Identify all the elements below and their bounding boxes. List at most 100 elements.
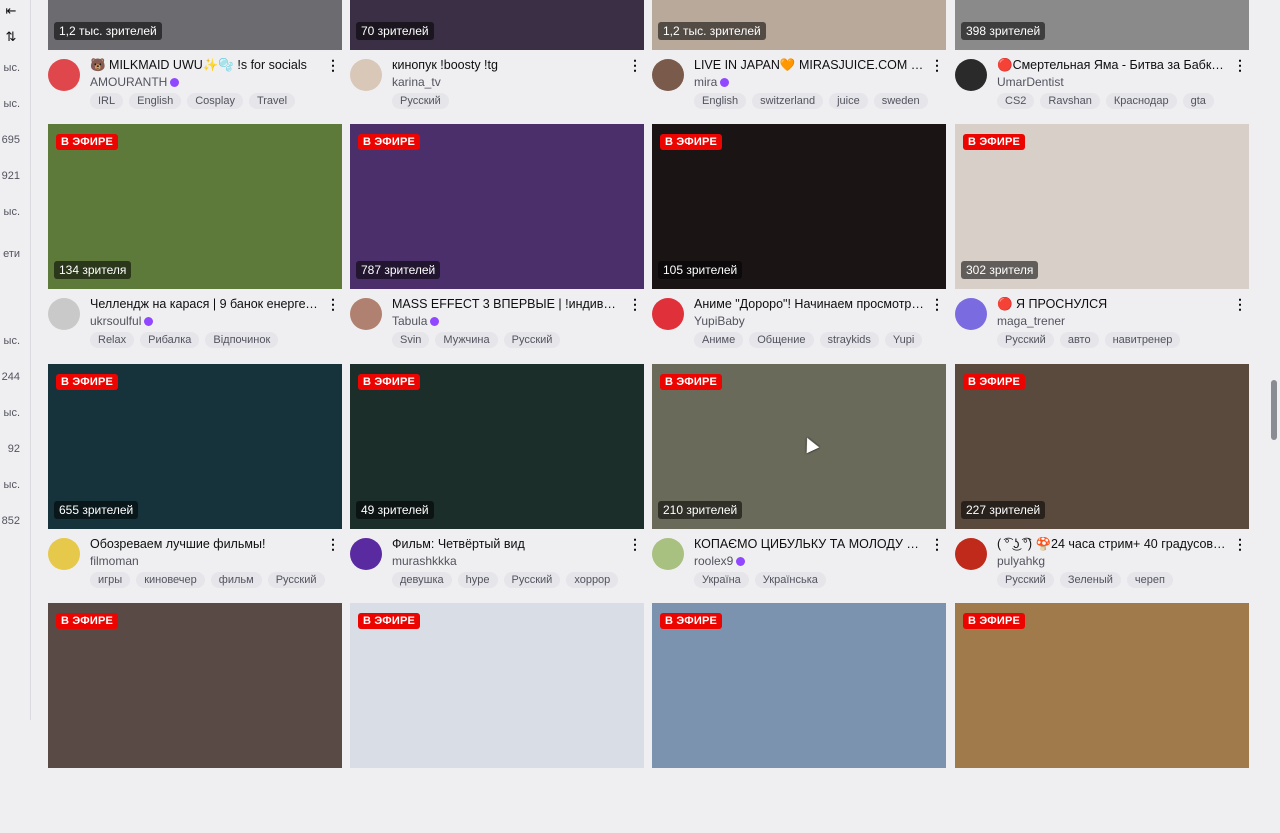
channel-name[interactable]: AMOURANTH [90,75,180,89]
channel-name-text[interactable]: murashkkka [392,554,457,568]
tag[interactable]: English [129,93,182,109]
avatar[interactable] [955,538,987,570]
stream-card[interactable]: 1,2 тыс. зрителей 🐻 MILKMAID UWU✨🫧 !s for… [48,0,342,115]
stream-thumbnail[interactable]: В ЭФИРЕ 105 зрителей [652,124,946,289]
channel-name-text[interactable]: maga_trener [997,314,1065,328]
tag[interactable]: Cosplay [187,93,243,109]
tag[interactable]: череп [1126,572,1173,588]
stream-thumbnail[interactable]: 398 зрителей [955,0,1249,50]
stream-card[interactable]: В ЭФИРЕ 134 зрителя Челлендж на карася | 9… [48,124,342,354]
stream-card[interactable]: В ЭФИРЕ 227 зрителей ( ͡° ͜ʖ ͡°) 🍄24 часа … [955,364,1249,594]
avatar[interactable] [955,298,987,330]
stream-thumbnail[interactable]: 1,2 тыс. зрителей [652,0,946,50]
stream-thumbnail[interactable]: 70 зрителей [350,0,644,50]
channel-name[interactable]: maga_trener [997,314,1065,328]
stream-title[interactable]: 🐻 MILKMAID UWU✨🫧 !s for socials [90,58,320,73]
stream-card[interactable]: В ЭФИРЕ 787 зрителей MASS EFFECT 3 ВПЕРВЫЕ… [350,124,644,354]
tag[interactable]: Русский [503,572,561,588]
avatar[interactable] [652,298,684,330]
tag[interactable]: Travel [248,93,296,109]
channel-name-text[interactable]: UmarDentist [997,75,1064,89]
more-options-icon[interactable]: ⋮ [930,296,944,313]
more-options-icon[interactable]: ⋮ [326,296,340,313]
scroll-thumb[interactable] [1271,380,1277,440]
avatar[interactable] [652,538,684,570]
avatar[interactable] [350,538,382,570]
more-options-icon[interactable]: ⋮ [1233,296,1247,313]
stream-card[interactable]: В ЭФИРЕ [350,603,644,833]
more-options-icon[interactable]: ⋮ [1233,57,1247,74]
more-options-icon[interactable]: ⋮ [326,536,340,553]
avatar[interactable] [48,59,80,91]
channel-name-text[interactable]: filmoman [90,554,139,568]
stream-title[interactable]: 🔴Смертельная Яма - Битва за Бабки!... [997,58,1227,73]
tag[interactable]: киновечер [136,572,205,588]
stream-card[interactable]: В ЭФИРЕ 655 зрителей Обозреваем лучшие фил… [48,364,342,594]
stream-card[interactable]: 398 зрителей 🔴Смертельная Яма - Битва за … [955,0,1249,115]
tag[interactable]: Русский [997,572,1054,588]
stream-title[interactable]: MASS EFFECT 3 ВПЕРВЫЕ | !индивид !w... [392,297,622,311]
stream-thumbnail[interactable]: В ЭФИРЕ 227 зрителей [955,364,1249,529]
tag[interactable]: Ravshan [1040,93,1100,109]
tag[interactable]: навитренер [1104,332,1181,348]
stream-title[interactable]: Челлендж на карася | 9 банок енергети... [90,297,320,311]
channel-name-text[interactable]: AMOURANTH [90,75,167,89]
stream-thumbnail[interactable]: В ЭФИРЕ [652,603,946,768]
stream-thumbnail[interactable]: В ЭФИРЕ [48,603,342,768]
tag[interactable]: Русский [503,332,561,348]
tag[interactable]: авто [1059,332,1099,348]
tag[interactable]: Русский [392,93,449,109]
tag[interactable]: Відпочинок [205,332,279,348]
stream-title[interactable]: кинопук !boosty !tg [392,58,622,72]
tag[interactable]: switzerland [752,93,824,109]
stream-card[interactable]: 1,2 тыс. зрителей LIVE IN JAPAN🧡 MIRASJUI… [652,0,946,115]
tag[interactable]: juice [829,93,868,109]
channel-name-text[interactable]: mira [694,75,717,89]
channel-name-text[interactable]: pulyahkg [997,554,1045,568]
tag[interactable]: Зеленый [1059,572,1121,588]
tag[interactable]: IRL [90,93,124,109]
tag[interactable]: gta [1182,93,1214,109]
tag[interactable]: Русский [267,572,325,588]
collapse-sidebar-icon[interactable]: ⇤ [2,2,20,20]
channel-name[interactable]: ukrsoulful [90,314,154,328]
stream-title[interactable]: КОПАЄМО ЦИБУЛЬКУ ТА МОЛОДУ КАР... [694,537,924,551]
tag[interactable]: English [694,93,747,109]
stream-thumbnail[interactable]: В ЭФИРЕ [955,603,1249,768]
channel-name[interactable]: UmarDentist [997,75,1064,89]
channel-name-text[interactable]: karina_tv [392,75,441,89]
scrollbar[interactable] [1268,0,1280,720]
tag[interactable]: Yupi [884,332,923,348]
tag[interactable]: Україна [694,572,749,588]
stream-card[interactable]: В ЭФИРЕ [48,603,342,833]
tag[interactable]: Общение [749,332,814,348]
tag[interactable]: фильм [210,572,262,588]
channel-name-text[interactable]: ukrsoulful [90,314,141,328]
tag[interactable]: Аниме [694,332,744,348]
stream-thumbnail[interactable]: 1,2 тыс. зрителей [48,0,342,50]
stream-card[interactable]: В ЭФИРЕ 49 зрителей Фильм: Четвёртый вид mu… [350,364,644,594]
stream-thumbnail[interactable]: В ЭФИРЕ 787 зрителей [350,124,644,289]
more-options-icon[interactable]: ⋮ [628,296,642,313]
tag[interactable]: straykids [819,332,879,348]
tag[interactable]: CS2 [997,93,1035,109]
channel-name-text[interactable]: roolex9 [694,554,733,568]
stream-title[interactable]: Фильм: Четвёртый вид [392,537,622,551]
stream-thumbnail[interactable]: В ЭФИРЕ 210 зрителей [652,364,946,529]
channel-name[interactable]: mira [694,75,730,89]
stream-thumbnail[interactable]: В ЭФИРЕ [350,603,644,768]
tag[interactable]: hype [457,572,498,588]
tag[interactable]: Рибалка [140,332,200,348]
channel-name[interactable]: roolex9 [694,554,746,568]
tag[interactable]: Svin [392,332,430,348]
tag[interactable]: sweden [873,93,928,109]
channel-name-text[interactable]: YupiBaby [694,314,745,328]
stream-thumbnail[interactable]: В ЭФИРЕ 302 зрителя [955,124,1249,289]
stream-title[interactable]: ( ͡° ͜ʖ ͡°) 🍄24 часа стрим+ 40 градусов … [997,537,1227,552]
tag[interactable]: хоррор [566,572,619,588]
tag[interactable]: Мужчина [435,332,498,348]
stream-title[interactable]: LIVE IN JAPAN🧡 MIRASJUICE.COM 🥑 !... [694,58,924,73]
stream-title[interactable]: Аниме "Дороро"! Начинаем просмотр н... [694,297,924,311]
channel-name[interactable]: karina_tv [392,75,441,89]
more-options-icon[interactable]: ⋮ [326,57,340,74]
